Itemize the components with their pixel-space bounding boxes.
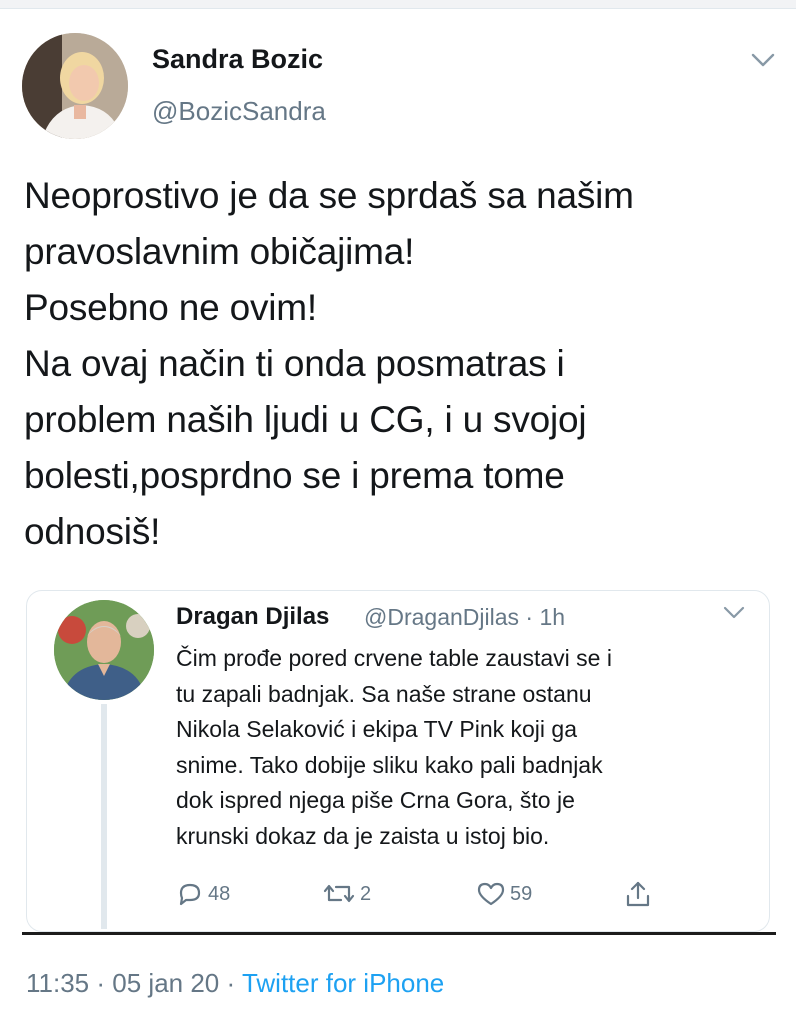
quoted-text-line: Čim prođe pored crvene table zaustavi se… [176, 645, 612, 671]
quoted-author-avatar[interactable] [54, 600, 154, 700]
tweet-footer: 11:35 · 05 jan 20 · Twitter for iPhone [26, 968, 444, 999]
share-icon [626, 881, 650, 907]
footer-separator: · [96, 968, 106, 998]
tweet-text-line: Na ovaj način ti onda posmatras i [24, 343, 565, 384]
tweet-time[interactable]: 11:35 [26, 968, 89, 998]
retweet-button[interactable]: 2 [322, 876, 371, 912]
retweet-count: 2 [360, 882, 372, 905]
tweet-text-line: pravoslavnim običajima! [24, 231, 415, 272]
author-avatar[interactable] [22, 33, 128, 139]
tweet-text-line: Posebno ne ovim! [24, 287, 317, 328]
quoted-author-handle[interactable]: @DraganDjilas [364, 604, 519, 630]
reply-button[interactable]: 48 [176, 876, 230, 912]
quoted-tweet-age[interactable]: 1h [539, 604, 565, 630]
tweet-text-line: bolesti,posprdno se i prema tome [24, 455, 565, 496]
author-handle[interactable]: @BozicSandra [152, 96, 326, 127]
action-bar: 48 2 59 [176, 876, 776, 912]
reply-count: 48 [208, 882, 231, 905]
quoted-text-line: dok ispred njega piše Crna Gora, što je [176, 787, 575, 813]
author-name[interactable]: Sandra Bozic [152, 44, 323, 75]
tweet-text: Neoprostivo je da se sprdaš sa našim pra… [24, 168, 784, 560]
reply-icon [179, 883, 201, 906]
quoted-text-line: tu zapali badnjak. Sa naše strane ostanu [176, 680, 592, 707]
share-button[interactable] [624, 876, 656, 912]
quoted-tweet-text: Čim prođe pored crvene table zaustavi se… [176, 641, 766, 854]
chevron-down-icon[interactable] [722, 604, 746, 622]
retweet-icon [323, 884, 355, 903]
chevron-down-icon[interactable] [750, 50, 776, 70]
tweet-text-line: problem naših ljudi u CG, i u svojoj [24, 399, 587, 440]
meta-separator: · [525, 604, 534, 630]
divider [22, 932, 776, 935]
tweet-date[interactable]: 05 jan 20 [112, 968, 219, 998]
tweet-text-line: Neoprostivo je da se sprdaš sa našim [24, 175, 634, 216]
tweet-source-link[interactable]: Twitter for iPhone [242, 968, 444, 998]
quoted-text-line: Nikola Selaković i ekipa TV Pink koji ga [176, 716, 577, 742]
quoted-text-line: krunski dokaz da je zaista u istoj bio. [176, 822, 550, 849]
footer-separator: · [226, 968, 236, 998]
thread-connector [101, 704, 107, 929]
quoted-text-line: snime. Tako dobije sliku kako pali badnj… [176, 751, 603, 778]
like-icon [477, 882, 505, 906]
top-divider [0, 0, 796, 9]
like-count: 59 [510, 882, 533, 905]
quoted-author-meta: @DraganDjilas · 1h [364, 604, 565, 631]
quoted-author-name[interactable]: Dragan Djilas [176, 603, 329, 631]
like-button[interactable]: 59 [476, 876, 532, 912]
tweet-text-line: odnosiš! [24, 511, 161, 552]
